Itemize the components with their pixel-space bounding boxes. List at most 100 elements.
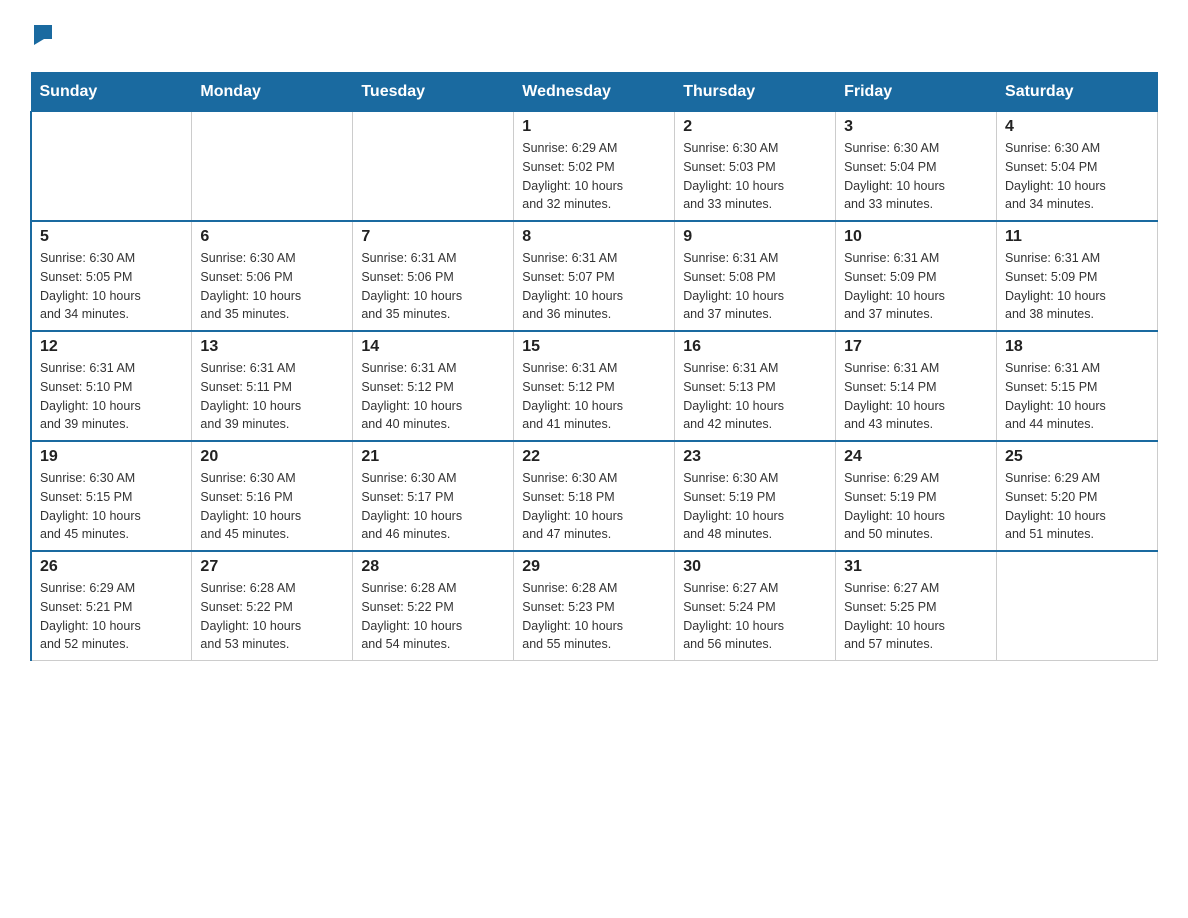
day-number: 14 bbox=[361, 338, 505, 356]
day-info: Sunrise: 6:31 AMSunset: 5:13 PMDaylight:… bbox=[683, 359, 827, 434]
day-info: Sunrise: 6:31 AMSunset: 5:15 PMDaylight:… bbox=[1005, 359, 1149, 434]
day-number: 16 bbox=[683, 338, 827, 356]
calendar-cell bbox=[31, 112, 192, 222]
header-tuesday: Tuesday bbox=[353, 73, 514, 112]
calendar-cell: 14 Sunrise: 6:31 AMSunset: 5:12 PMDayligh… bbox=[353, 331, 514, 441]
calendar-cell: 31Sunrise: 6:27 AMSunset: 5:25 PMDayligh… bbox=[836, 551, 997, 661]
calendar-cell: 27 Sunrise: 6:28 AMSunset: 5:22 PMDayligh… bbox=[192, 551, 353, 661]
day-number: 24 bbox=[844, 448, 988, 466]
day-number: 9 bbox=[683, 228, 827, 246]
day-info: Sunrise: 6:31 AMSunset: 5:11 PMDaylight:… bbox=[200, 359, 344, 434]
calendar-cell: 23Sunrise: 6:30 AMSunset: 5:19 PMDayligh… bbox=[675, 441, 836, 551]
day-info: Sunrise: 6:31 AMSunset: 5:12 PMDaylight:… bbox=[361, 359, 505, 434]
calendar-cell: 9 Sunrise: 6:31 AMSunset: 5:08 PMDaylight… bbox=[675, 221, 836, 331]
header-sunday: Sunday bbox=[31, 73, 192, 112]
calendar-cell: 6Sunrise: 6:30 AMSunset: 5:06 PMDaylight… bbox=[192, 221, 353, 331]
day-number: 29 bbox=[522, 558, 666, 576]
header-friday: Friday bbox=[836, 73, 997, 112]
calendar-cell: 1 Sunrise: 6:29 AMSunset: 5:02 PMDaylight… bbox=[514, 112, 675, 222]
day-number: 25 bbox=[1005, 448, 1149, 466]
calendar-cell: 25Sunrise: 6:29 AMSunset: 5:20 PMDayligh… bbox=[997, 441, 1158, 551]
calendar-cell: 11 Sunrise: 6:31 AMSunset: 5:09 PMDayligh… bbox=[997, 221, 1158, 331]
day-info: Sunrise: 6:30 AMSunset: 5:18 PMDaylight:… bbox=[522, 469, 666, 544]
day-number: 19 bbox=[40, 448, 183, 466]
calendar-week-row: 26 Sunrise: 6:29 AMSunset: 5:21 PMDayligh… bbox=[31, 551, 1158, 661]
day-info: Sunrise: 6:31 AMSunset: 5:12 PMDaylight:… bbox=[522, 359, 666, 434]
calendar-cell: 2 Sunrise: 6:30 AMSunset: 5:03 PMDaylight… bbox=[675, 112, 836, 222]
calendar-cell: 28Sunrise: 6:28 AMSunset: 5:22 PMDayligh… bbox=[353, 551, 514, 661]
day-info: Sunrise: 6:31 AMSunset: 5:08 PMDaylight:… bbox=[683, 249, 827, 324]
header-wednesday: Wednesday bbox=[514, 73, 675, 112]
day-info: Sunrise: 6:31 AMSunset: 5:07 PMDaylight:… bbox=[522, 249, 666, 324]
day-number: 26 bbox=[40, 558, 183, 576]
calendar-cell bbox=[353, 112, 514, 222]
calendar-cell: 26 Sunrise: 6:29 AMSunset: 5:21 PMDayligh… bbox=[31, 551, 192, 661]
day-number: 3 bbox=[844, 118, 988, 136]
day-number: 17 bbox=[844, 338, 988, 356]
calendar-cell bbox=[997, 551, 1158, 661]
day-info: Sunrise: 6:30 AMSunset: 5:16 PMDaylight:… bbox=[200, 469, 344, 544]
day-number: 4 bbox=[1005, 118, 1149, 136]
day-info: Sunrise: 6:30 AMSunset: 5:15 PMDaylight:… bbox=[40, 469, 183, 544]
day-number: 11 bbox=[1005, 228, 1149, 246]
day-number: 6 bbox=[200, 228, 344, 246]
day-info: Sunrise: 6:31 AMSunset: 5:10 PMDaylight:… bbox=[40, 359, 183, 434]
day-number: 1 bbox=[522, 118, 666, 136]
day-info: Sunrise: 6:31 AMSunset: 5:14 PMDaylight:… bbox=[844, 359, 988, 434]
calendar-cell: 15 Sunrise: 6:31 AMSunset: 5:12 PMDayligh… bbox=[514, 331, 675, 441]
calendar-cell: 18 Sunrise: 6:31 AMSunset: 5:15 PMDayligh… bbox=[997, 331, 1158, 441]
calendar-cell: 21 Sunrise: 6:30 AMSunset: 5:17 PMDayligh… bbox=[353, 441, 514, 551]
calendar-cell: 30Sunrise: 6:27 AMSunset: 5:24 PMDayligh… bbox=[675, 551, 836, 661]
calendar-cell: 12 Sunrise: 6:31 AMSunset: 5:10 PMDayligh… bbox=[31, 331, 192, 441]
calendar-cell: 4 Sunrise: 6:30 AMSunset: 5:04 PMDaylight… bbox=[997, 112, 1158, 222]
calendar-cell bbox=[192, 112, 353, 222]
day-info: Sunrise: 6:31 AMSunset: 5:06 PMDaylight:… bbox=[361, 249, 505, 324]
calendar-cell: 8 Sunrise: 6:31 AMSunset: 5:07 PMDaylight… bbox=[514, 221, 675, 331]
day-info: Sunrise: 6:28 AMSunset: 5:22 PMDaylight:… bbox=[200, 579, 344, 654]
day-number: 27 bbox=[200, 558, 344, 576]
calendar-cell: 5 Sunrise: 6:30 AMSunset: 5:05 PMDaylight… bbox=[31, 221, 192, 331]
header-monday: Monday bbox=[192, 73, 353, 112]
day-info: Sunrise: 6:30 AMSunset: 5:05 PMDaylight:… bbox=[40, 249, 183, 324]
day-number: 13 bbox=[200, 338, 344, 356]
day-number: 18 bbox=[1005, 338, 1149, 356]
day-number: 20 bbox=[200, 448, 344, 466]
day-info: Sunrise: 6:27 AMSunset: 5:25 PMDaylight:… bbox=[844, 579, 988, 654]
calendar-week-row: 12 Sunrise: 6:31 AMSunset: 5:10 PMDayligh… bbox=[31, 331, 1158, 441]
day-number: 30 bbox=[683, 558, 827, 576]
day-info: Sunrise: 6:31 AMSunset: 5:09 PMDaylight:… bbox=[1005, 249, 1149, 324]
day-info: Sunrise: 6:28 AMSunset: 5:23 PMDaylight:… bbox=[522, 579, 666, 654]
calendar-cell: 17 Sunrise: 6:31 AMSunset: 5:14 PMDayligh… bbox=[836, 331, 997, 441]
calendar-cell: 7 Sunrise: 6:31 AMSunset: 5:06 PMDaylight… bbox=[353, 221, 514, 331]
logo-arrow-icon bbox=[32, 23, 54, 50]
day-info: Sunrise: 6:29 AMSunset: 5:02 PMDaylight:… bbox=[522, 139, 666, 214]
header-thursday: Thursday bbox=[675, 73, 836, 112]
calendar-cell: 22Sunrise: 6:30 AMSunset: 5:18 PMDayligh… bbox=[514, 441, 675, 551]
day-number: 15 bbox=[522, 338, 666, 356]
day-number: 23 bbox=[683, 448, 827, 466]
day-number: 7 bbox=[361, 228, 505, 246]
day-info: Sunrise: 6:30 AMSunset: 5:04 PMDaylight:… bbox=[844, 139, 988, 214]
day-number: 12 bbox=[40, 338, 183, 356]
calendar-week-row: 1 Sunrise: 6:29 AMSunset: 5:02 PMDaylight… bbox=[31, 112, 1158, 222]
logo bbox=[30, 20, 54, 52]
day-number: 8 bbox=[522, 228, 666, 246]
day-info: Sunrise: 6:29 AMSunset: 5:21 PMDaylight:… bbox=[40, 579, 183, 654]
calendar-table: SundayMondayTuesdayWednesdayThursdayFrid… bbox=[30, 72, 1158, 661]
day-number: 21 bbox=[361, 448, 505, 466]
calendar-cell: 20 Sunrise: 6:30 AMSunset: 5:16 PMDayligh… bbox=[192, 441, 353, 551]
day-info: Sunrise: 6:30 AMSunset: 5:04 PMDaylight:… bbox=[1005, 139, 1149, 214]
day-number: 2 bbox=[683, 118, 827, 136]
day-info: Sunrise: 6:31 AMSunset: 5:09 PMDaylight:… bbox=[844, 249, 988, 324]
day-info: Sunrise: 6:30 AMSunset: 5:03 PMDaylight:… bbox=[683, 139, 827, 214]
calendar-cell: 24 Sunrise: 6:29 AMSunset: 5:19 PMDayligh… bbox=[836, 441, 997, 551]
calendar-week-row: 5 Sunrise: 6:30 AMSunset: 5:05 PMDaylight… bbox=[31, 221, 1158, 331]
calendar-cell: 19 Sunrise: 6:30 AMSunset: 5:15 PMDayligh… bbox=[31, 441, 192, 551]
day-info: Sunrise: 6:29 AMSunset: 5:19 PMDaylight:… bbox=[844, 469, 988, 544]
day-number: 5 bbox=[40, 228, 183, 246]
calendar-cell: 16 Sunrise: 6:31 AMSunset: 5:13 PMDayligh… bbox=[675, 331, 836, 441]
day-info: Sunrise: 6:30 AMSunset: 5:17 PMDaylight:… bbox=[361, 469, 505, 544]
calendar-cell: 13 Sunrise: 6:31 AMSunset: 5:11 PMDayligh… bbox=[192, 331, 353, 441]
day-number: 28 bbox=[361, 558, 505, 576]
day-number: 10 bbox=[844, 228, 988, 246]
